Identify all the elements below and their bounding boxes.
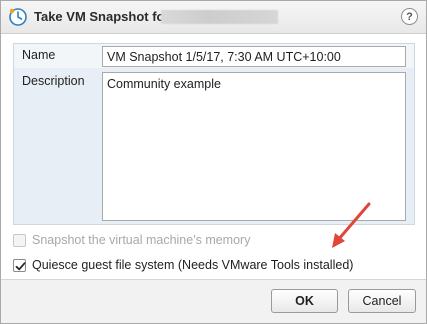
memory-snapshot-checkbox[interactable] [13,233,26,247]
dialog-titlebar: Take VM Snapshot for ? [1,1,426,34]
ok-button[interactable]: OK [271,289,338,313]
annotation-arrow-icon [332,202,371,248]
redacted-vm-name [161,10,278,24]
snapshot-form-panel: Name Description Community example [13,43,415,225]
dialog-title: Take VM Snapshot for [34,9,170,24]
cancel-button[interactable]: Cancel [348,289,416,313]
take-snapshot-dialog: Take VM Snapshot for ? Name Description … [0,0,427,324]
help-button[interactable]: ? [401,8,418,25]
snapshot-name-input[interactable] [102,46,406,67]
description-label: Description [22,74,85,88]
quiesce-option-row: Quiesce guest file system (Needs VMware … [13,257,353,273]
memory-snapshot-label: Snapshot the virtual machine's memory [32,233,251,247]
quiesce-checkbox[interactable] [13,258,26,272]
checkmark-icon [15,261,26,270]
name-label: Name [22,48,56,62]
memory-option-row: Snapshot the virtual machine's memory [13,232,250,248]
quiesce-label: Quiesce guest file system (Needs VMware … [32,258,354,272]
vm-snapshot-clock-icon [8,7,28,27]
snapshot-description-textarea[interactable]: Community example [102,72,406,221]
dialog-footer: OK Cancel [1,279,426,323]
